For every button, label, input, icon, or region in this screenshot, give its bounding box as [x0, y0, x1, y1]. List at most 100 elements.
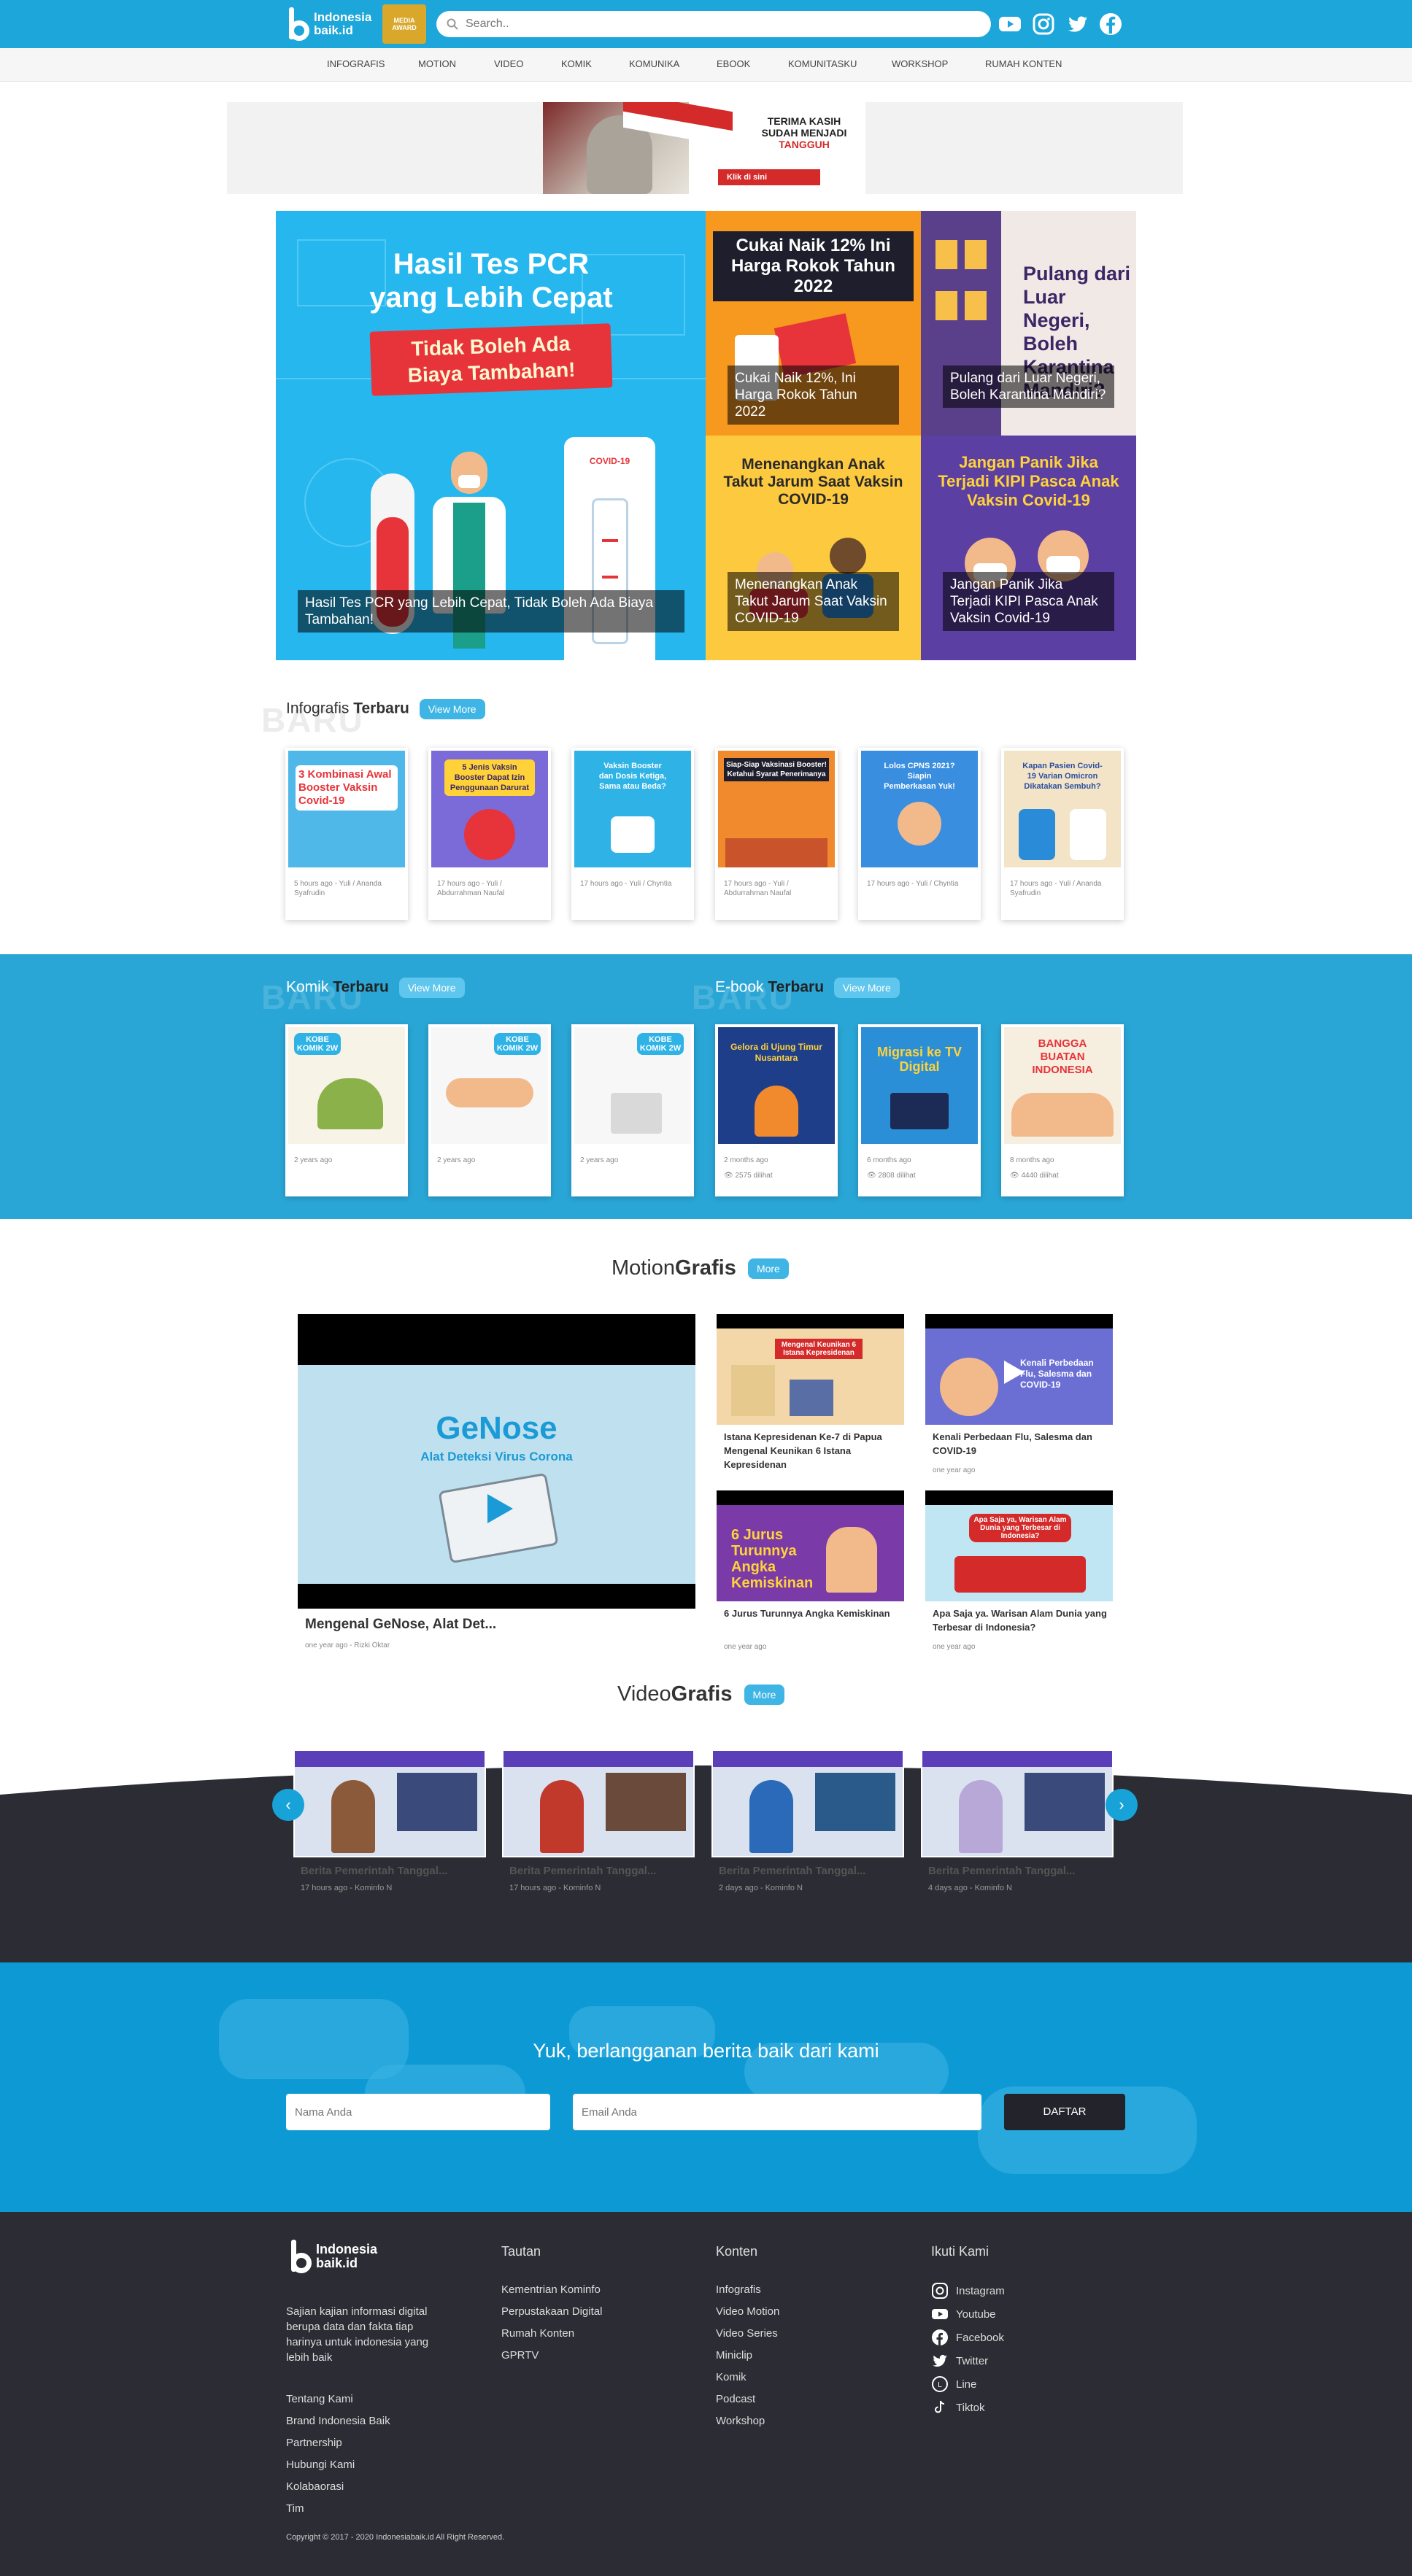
site-logo[interactable]: Indonesia baik.id	[286, 4, 371, 44]
footer-link[interactable]: Workshop	[716, 2415, 765, 2427]
tile-caption[interactable]: Cukai Naik 12%, Ini Harga Rokok Tahun 20…	[728, 365, 899, 425]
footer-link[interactable]: Perpustakaan Digital	[501, 2305, 602, 2318]
footer-link[interactable]: Tentang Kami	[286, 2393, 353, 2405]
footer-link[interactable]: Video Motion	[716, 2305, 779, 2318]
footer-link[interactable]: Rumah Konten	[501, 2327, 574, 2340]
video-title[interactable]: Berita Pemerintah Tanggal...	[928, 1865, 1075, 1877]
ebook-thumbnail[interactable]: Gelora di Ujung Timur Nusantara	[718, 1027, 835, 1144]
footer-link[interactable]: Miniclip	[716, 2349, 752, 2362]
footer-social-facebook[interactable]: Facebook	[931, 2329, 1004, 2346]
subscribe-button[interactable]: DAFTAR	[1004, 2094, 1125, 2130]
ebook-card[interactable]: Migrasi ke TV Digital 6 months ago 👁 280…	[858, 1024, 981, 1196]
ebook-thumbnail[interactable]: Migrasi ke TV Digital	[861, 1027, 978, 1144]
komik-thumbnail[interactable]: KOBE KOMIK 2W	[431, 1027, 548, 1144]
infografis-thumbnail[interactable]: Kapan Pasien Covid-19 Varian Omicron Dik…	[1004, 751, 1121, 867]
motion-feature-title[interactable]: Mengenal GeNose, Alat Det...	[305, 1616, 496, 1633]
video-title[interactable]: Berita Pemerintah Tanggal...	[301, 1865, 447, 1877]
banner-cta-button[interactable]: Klik di sini	[718, 169, 820, 185]
footer-link[interactable]: Infografis	[716, 2283, 761, 2296]
hero-tile-karantina[interactable]: Pulang dari Luar Negeri, Boleh Karantina…	[921, 211, 1136, 436]
play-icon[interactable]	[480, 1490, 517, 1527]
ad-banner[interactable]: TERIMA KASIH SUDAH MENJADI TANGGUH Klik …	[227, 102, 1183, 194]
nav-workshop[interactable]: WORKSHOP	[892, 58, 948, 69]
komik-card[interactable]: KOBE KOMIK 2W 2 years ago	[571, 1024, 694, 1196]
search-bar[interactable]	[436, 11, 991, 37]
hero-main-tile[interactable]: Hasil Tes PCR yang Lebih Cepat Tidak Bol…	[276, 211, 706, 660]
footer-link[interactable]: Video Series	[716, 2327, 778, 2340]
infografis-card[interactable]: Vaksin Booster dan Dosis Ketiga, Sama at…	[571, 748, 694, 920]
motion-item-thumbnail[interactable]: Kenali Perbedaan Flu, Salesma dan COVID-…	[925, 1314, 1113, 1425]
carousel-next-button[interactable]: ›	[1106, 1789, 1138, 1821]
banner-image[interactable]: TERIMA KASIH SUDAH MENJADI TANGGUH Klik …	[543, 102, 865, 194]
komik-card[interactable]: KOBE KOMIK 2W 2 years ago	[285, 1024, 408, 1196]
footer-link[interactable]: Hubungi Kami	[286, 2459, 355, 2471]
footer-link[interactable]: Kolabaorasi	[286, 2480, 344, 2493]
nav-infografis[interactable]: INFOGRAFIS	[327, 58, 385, 69]
motion-item-thumbnail[interactable]: 6 Jurus Turunnya Angka Kemiskinan	[717, 1490, 904, 1601]
video-card[interactable]	[293, 1749, 486, 1857]
infografis-view-more-button[interactable]: View More	[419, 699, 485, 719]
hero-tile-kipi[interactable]: Jangan Panik Jika Terjadi KIPI Pasca Ana…	[921, 436, 1136, 660]
infografis-thumbnail[interactable]: Siap-Siap Vaksinasi Booster! Ketahui Sya…	[718, 751, 835, 867]
video-title[interactable]: Berita Pemerintah Tanggal...	[509, 1865, 656, 1877]
footer-social-line[interactable]: L Line	[931, 2375, 976, 2393]
ebook-card[interactable]: BANGGA BUATAN INDONESIA 8 months ago 👁 4…	[1001, 1024, 1124, 1196]
video-title[interactable]: Berita Pemerintah Tanggal...	[719, 1865, 865, 1877]
facebook-icon[interactable]	[1097, 11, 1124, 37]
motion-item-title[interactable]: Istana Kepresidenan Ke-7 di Papua Mengen…	[724, 1430, 899, 1471]
footer-social-youtube[interactable]: Youtube	[931, 2305, 996, 2323]
footer-link[interactable]: Tim	[286, 2502, 304, 2515]
infografis-card[interactable]: Siap-Siap Vaksinasi Booster! Ketahui Sya…	[715, 748, 838, 920]
komik-view-more-button[interactable]: View More	[398, 978, 465, 998]
ebook-view-more-button[interactable]: View More	[833, 978, 900, 998]
youtube-icon[interactable]	[997, 11, 1023, 37]
komik-thumbnail[interactable]: KOBE KOMIK 2W	[288, 1027, 405, 1144]
tile-caption[interactable]: Jangan Panik Jika Terjadi KIPI Pasca Ana…	[943, 572, 1114, 631]
video-more-button[interactable]: More	[744, 1685, 785, 1706]
instagram-icon[interactable]	[1030, 11, 1057, 37]
infografis-thumbnail[interactable]: Vaksin Booster dan Dosis Ketiga, Sama at…	[574, 751, 691, 867]
infografis-thumbnail[interactable]: Lolos CPNS 2021? Siapin Pemberkasan Yuk!	[861, 751, 978, 867]
footer-logo[interactable]: Indonesia baik.id	[288, 2238, 377, 2275]
motion-feature-video[interactable]: GeNose Alat Deteksi Virus Corona	[298, 1314, 695, 1609]
footer-social-tiktok[interactable]: Tiktok	[931, 2399, 984, 2416]
play-icon[interactable]	[998, 1358, 1027, 1387]
hero-tile-anak-vaksin[interactable]: Menenangkan Anak Takut Jarum Saat Vaksin…	[706, 436, 921, 660]
name-input[interactable]	[286, 2094, 550, 2130]
tile-caption[interactable]: Menenangkan Anak Takut Jarum Saat Vaksin…	[728, 572, 899, 631]
infografis-thumbnail[interactable]: 5 Jenis Vaksin Booster Dapat Izin Penggu…	[431, 751, 548, 867]
video-card[interactable]	[711, 1749, 904, 1857]
footer-link[interactable]: Brand Indonesia Baik	[286, 2415, 390, 2427]
komik-thumbnail[interactable]: KOBE KOMIK 2W	[574, 1027, 691, 1144]
hero-tile-cukai[interactable]: Cukai Naik 12% Ini Harga Rokok Tahun 202…	[706, 211, 921, 436]
hero-main-caption[interactable]: Hasil Tes PCR yang Lebih Cepat, Tidak Bo…	[298, 590, 684, 633]
nav-ebook[interactable]: EBOOK	[717, 58, 750, 69]
search-input[interactable]	[466, 18, 962, 31]
motion-item-title[interactable]: Apa Saja ya. Warisan Alam Dunia yang Ter…	[933, 1606, 1108, 1634]
footer-social-instagram[interactable]: Instagram	[931, 2282, 1005, 2300]
footer-link[interactable]: Komik	[716, 2371, 746, 2383]
infografis-card[interactable]: 3 Kombinasi Awal Booster Vaksin Covid-19…	[285, 748, 408, 920]
ebook-thumbnail[interactable]: BANGGA BUATAN INDONESIA	[1004, 1027, 1121, 1144]
tile-caption[interactable]: Pulang dari Luar Negeri, Boleh Karantina…	[943, 365, 1114, 408]
footer-social-twitter[interactable]: Twitter	[931, 2352, 988, 2370]
infografis-card[interactable]: Kapan Pasien Covid-19 Varian Omicron Dik…	[1001, 748, 1124, 920]
nav-video[interactable]: VIDEO	[494, 58, 523, 69]
komik-card[interactable]: KOBE KOMIK 2W 2 years ago	[428, 1024, 551, 1196]
footer-link[interactable]: Partnership	[286, 2437, 342, 2449]
infografis-card[interactable]: 5 Jenis Vaksin Booster Dapat Izin Penggu…	[428, 748, 551, 920]
nav-komunitasku[interactable]: KOMUNITASKU	[788, 58, 857, 69]
footer-link[interactable]: Podcast	[716, 2393, 755, 2405]
footer-link[interactable]: GPRTV	[501, 2349, 539, 2362]
carousel-prev-button[interactable]: ‹	[272, 1789, 304, 1821]
ebook-card[interactable]: Gelora di Ujung Timur Nusantara 2 months…	[715, 1024, 838, 1196]
motion-item-title[interactable]: Kenali Perbedaan Flu, Salesma dan COVID-…	[933, 1430, 1108, 1458]
video-card[interactable]	[502, 1749, 695, 1857]
twitter-icon[interactable]	[1064, 11, 1090, 37]
nav-komunika[interactable]: KOMUNIKA	[629, 58, 679, 69]
footer-link[interactable]: Kementrian Kominfo	[501, 2283, 601, 2296]
motion-more-button[interactable]: More	[747, 1258, 789, 1280]
motion-item-thumbnail[interactable]: Mengenal Keunikan 6 Istana Kepresidenan	[717, 1314, 904, 1425]
motion-item-thumbnail[interactable]: Apa Saja ya, Warisan Alam Dunia yang Ter…	[925, 1490, 1113, 1601]
infografis-card[interactable]: Lolos CPNS 2021? Siapin Pemberkasan Yuk!…	[858, 748, 981, 920]
